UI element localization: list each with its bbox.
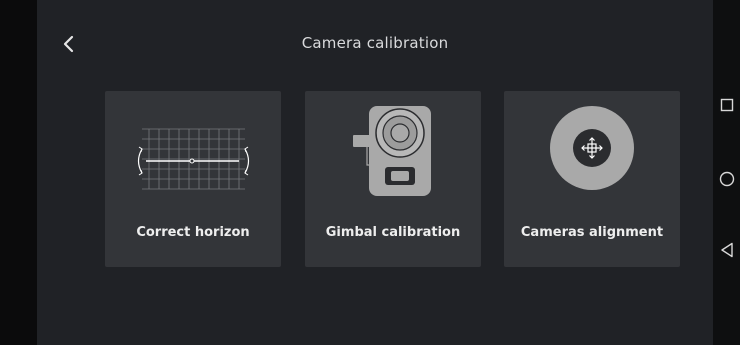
home-icon: [719, 171, 734, 187]
correct-horizon-card[interactable]: Correct horizon: [105, 91, 281, 267]
back-triangle-icon: [720, 242, 733, 258]
system-nav-bar: [713, 0, 740, 345]
cameras-alignment-label: Cameras alignment: [520, 225, 664, 240]
correct-horizon-label: Correct horizon: [136, 225, 250, 240]
gimbal-calibration-card[interactable]: Gimbal calibration: [305, 91, 481, 267]
recent-apps-icon: [720, 98, 733, 112]
gimbal-calibration-label: Gimbal calibration: [325, 225, 461, 240]
left-edge-bar: [0, 0, 37, 345]
cameras-alignment-card[interactable]: Cameras alignment: [504, 91, 680, 267]
system-back-button[interactable]: [713, 238, 740, 262]
horizon-grid-icon: [137, 128, 250, 190]
home-button[interactable]: [713, 167, 740, 191]
gimbal-camera-icon: [353, 106, 431, 196]
recent-apps-button[interactable]: [713, 93, 740, 117]
page-title: Camera calibration: [301, 34, 449, 52]
calibration-screen: Camera calibration Correct horizon Gimba…: [37, 0, 713, 345]
alignment-move-icon: [550, 106, 634, 190]
